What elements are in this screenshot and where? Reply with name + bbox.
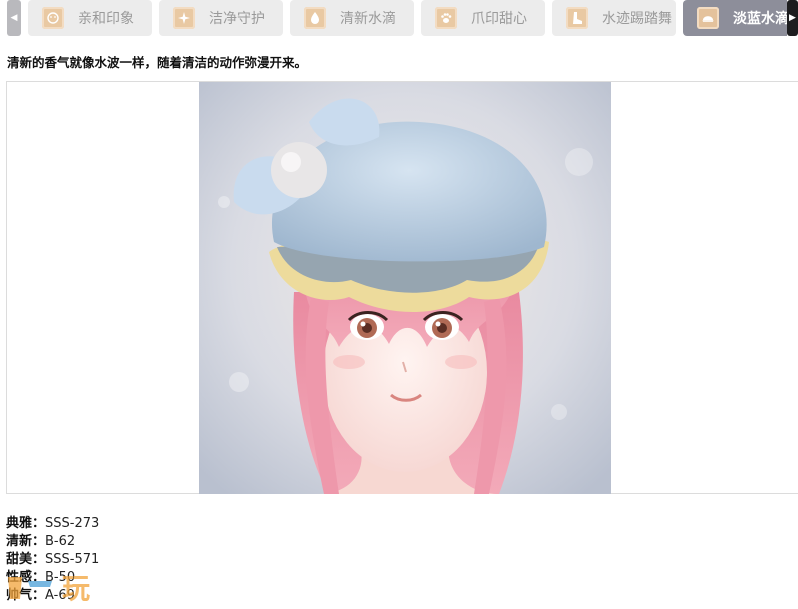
tab-label: 亲和印象 (78, 11, 134, 27)
stat-label: 典雅： (6, 516, 46, 531)
shoe-icon (566, 7, 588, 29)
stat-label: 清新： (6, 534, 46, 549)
tab-label: 清新水滴 (340, 11, 396, 27)
tab-label: 淡蓝水滴 (733, 11, 787, 27)
tab-label: 洁净守护 (209, 11, 265, 27)
watermark-text: 玩 (62, 572, 90, 605)
paw-icon (435, 7, 457, 29)
character-portrait (199, 82, 611, 494)
cap-icon (697, 7, 719, 29)
face-icon (42, 7, 64, 29)
scroll-left-button[interactable]: ◀ (7, 0, 21, 36)
tab-pale-blue-drop[interactable]: 淡蓝水滴 (683, 0, 787, 36)
tab-label: 爪印甜心 (471, 11, 527, 27)
item-description: 清新的香气就像水波一样，随着清洁的动作弥漫开来。 (7, 55, 308, 70)
tab-label: 水迹踢踏舞 (602, 11, 672, 27)
stat-row: 典雅：SSS-273 (6, 515, 99, 533)
scroll-right-button[interactable]: ▶ (787, 0, 798, 36)
tab-clean-guard[interactable]: 洁净守护 (159, 0, 283, 36)
stat-row: 清新：B-62 (6, 533, 99, 551)
tab-strip: ◀ 亲和印象 洁净守护 清新水滴 爪印甜心 水迹踢踏舞 淡蓝水滴 ▶ (0, 0, 798, 38)
chevron-right-icon: ▶ (789, 13, 796, 23)
drop-icon (304, 7, 326, 29)
sparkle-icon (173, 7, 195, 29)
stat-value: SSS-273 (45, 516, 100, 531)
tab-water-tap-dance[interactable]: 水迹踢踏舞 (552, 0, 676, 36)
tab-fresh-drop[interactable]: 清新水滴 (290, 0, 414, 36)
site-watermark-logo: 玩 (0, 565, 110, 605)
tab-paw-sweet[interactable]: 爪印甜心 (421, 0, 545, 36)
tab-affinity[interactable]: 亲和印象 (28, 0, 152, 36)
chevron-left-icon: ◀ (10, 13, 18, 23)
stat-value: B-62 (45, 534, 76, 549)
